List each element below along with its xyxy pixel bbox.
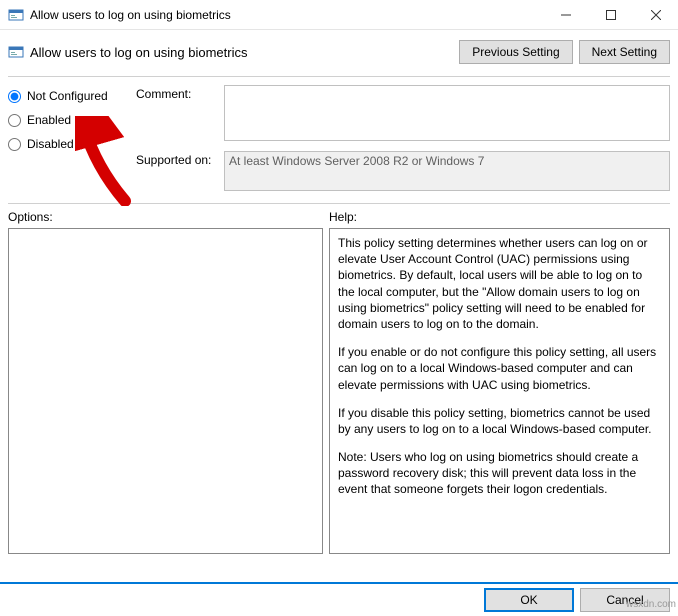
radio-enabled-label: Enabled <box>27 113 71 127</box>
maximize-button[interactable] <box>588 0 633 29</box>
help-paragraph: If you enable or do not configure this p… <box>338 344 661 393</box>
radio-enabled[interactable]: Enabled <box>8 113 128 127</box>
footer: OK Cancel <box>0 582 678 616</box>
cancel-button[interactable]: Cancel <box>580 588 670 612</box>
previous-setting-button[interactable]: Previous Setting <box>459 40 572 64</box>
help-paragraph: Note: Users who log on using biometrics … <box>338 449 661 498</box>
comment-label: Comment: <box>136 85 216 101</box>
radio-not-configured-label: Not Configured <box>27 89 108 103</box>
help-box[interactable]: This policy setting determines whether u… <box>329 228 670 554</box>
policy-icon <box>8 44 24 60</box>
options-box <box>8 228 323 554</box>
window-title: Allow users to log on using biometrics <box>30 8 231 22</box>
header-row: Allow users to log on using biometrics P… <box>0 30 678 64</box>
titlebar: Allow users to log on using biometrics <box>0 0 678 30</box>
radio-enabled-input[interactable] <box>8 114 21 127</box>
maximize-icon <box>606 10 616 20</box>
supported-label: Supported on: <box>136 151 216 167</box>
supported-value: At least Windows Server 2008 R2 or Windo… <box>224 151 670 191</box>
help-paragraph: This policy setting determines whether u… <box>338 235 661 332</box>
radio-disabled-input[interactable] <box>8 138 21 151</box>
ok-button[interactable]: OK <box>484 588 574 612</box>
close-icon <box>651 10 661 20</box>
radio-not-configured[interactable]: Not Configured <box>8 89 128 103</box>
next-setting-button[interactable]: Next Setting <box>579 40 670 64</box>
help-paragraph: If you disable this policy setting, biom… <box>338 405 661 437</box>
help-label: Help: <box>329 210 670 224</box>
radio-not-configured-input[interactable] <box>8 90 21 103</box>
options-label: Options: <box>8 210 323 224</box>
close-button[interactable] <box>633 0 678 29</box>
minimize-button[interactable] <box>543 0 588 29</box>
page-title: Allow users to log on using biometrics <box>30 45 248 60</box>
comment-input[interactable] <box>224 85 670 141</box>
policy-icon <box>8 7 24 23</box>
radio-disabled-label: Disabled <box>27 137 74 151</box>
minimize-icon <box>561 10 571 20</box>
radio-disabled[interactable]: Disabled <box>8 137 128 151</box>
